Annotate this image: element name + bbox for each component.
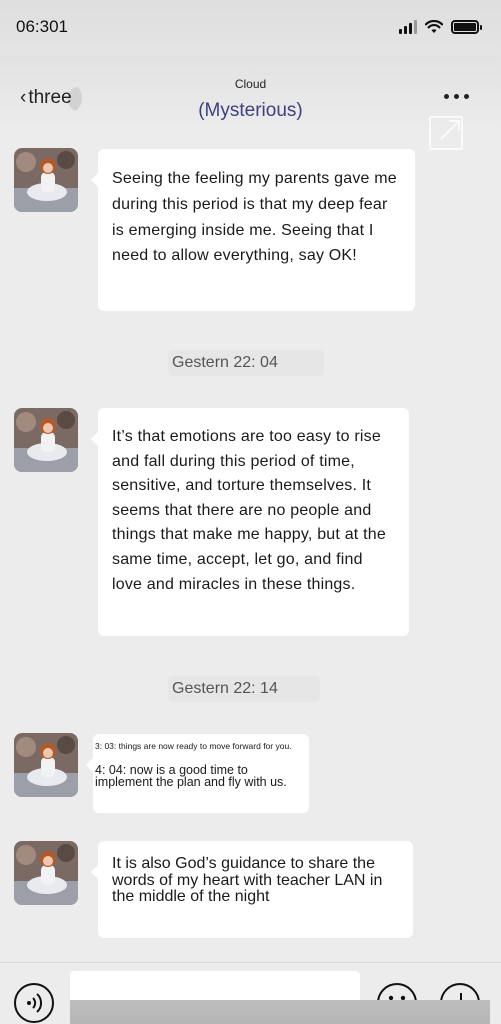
message-text: It is also God’s guidance to share the w… (112, 855, 383, 905)
avatar[interactable] (14, 408, 78, 472)
chat-header: ‹ three Cloud (Mysterious) (0, 56, 501, 150)
status-icons (399, 20, 482, 34)
status-bar: 06:301 (0, 0, 501, 56)
share-external-icon[interactable] (429, 116, 463, 150)
message-line: 3: 03: things are now ready to move forw… (95, 741, 292, 751)
avatar[interactable] (14, 841, 78, 905)
timestamp: Gestern 22: 14 (172, 680, 278, 697)
voice-icon[interactable] (14, 983, 54, 1023)
message-bubble[interactable]: It’s that emotions are too easy to rise … (91, 408, 409, 636)
message-line: 4: 04: now is a good time to implement t… (95, 763, 287, 789)
wifi-icon (425, 20, 443, 33)
chat-subtitle: Cloud (234, 77, 267, 91)
signal-icon (399, 20, 417, 34)
chat-title: (Mysterious) (198, 100, 303, 121)
message-bubble[interactable]: Seeing the feeling my parents gave me du… (91, 149, 415, 311)
message-text: Seeing the feeling my parents gave me du… (112, 170, 397, 265)
message-bubble[interactable]: 3: 03: things are now ready to move forw… (86, 734, 309, 813)
message-text: It’s that emotions are too easy to rise … (112, 428, 386, 593)
more-dots-icon[interactable] (444, 94, 469, 99)
battery-icon (451, 20, 482, 34)
avatar[interactable] (14, 733, 78, 797)
home-indicator (70, 1000, 490, 1024)
timestamp: Gestern 22: 04 (172, 354, 278, 371)
message-bubble[interactable]: It is also God’s guidance to share the w… (91, 841, 413, 938)
status-time: 06:301 (16, 17, 68, 36)
avatar[interactable] (14, 148, 78, 212)
